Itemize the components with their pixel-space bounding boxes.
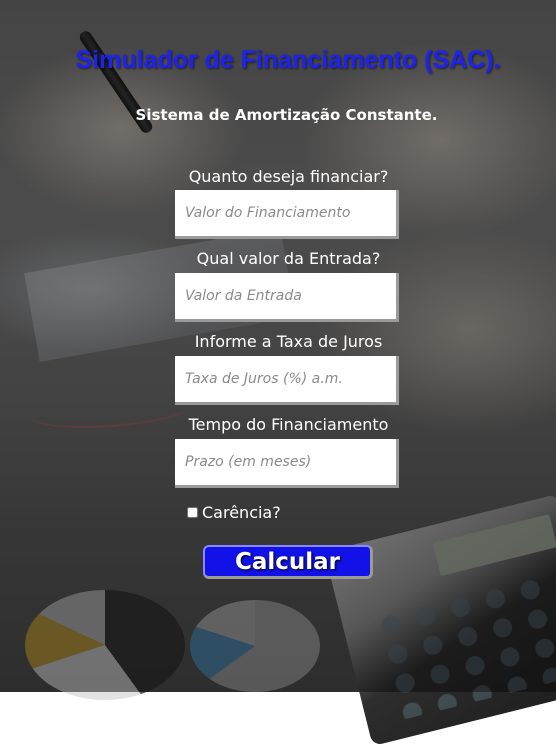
- down-payment-label: Qual valor da Entrada?: [196, 249, 381, 268]
- interest-rate-input[interactable]: [175, 356, 399, 405]
- page-subtitle: Sistema de Amortização Constante.: [135, 106, 438, 124]
- calculate-button[interactable]: Calcular: [203, 545, 373, 579]
- interest-rate-label: Informe a Taxa de Juros: [194, 332, 383, 351]
- grace-period-option[interactable]: Carência?: [187, 503, 281, 522]
- down-payment-input[interactable]: [175, 273, 399, 322]
- financing-amount-input[interactable]: [175, 190, 399, 239]
- grace-period-checkbox[interactable]: [187, 507, 198, 518]
- grace-period-label: Carência?: [202, 503, 281, 522]
- term-label: Tempo do Financiamento: [188, 415, 389, 434]
- term-input[interactable]: [175, 439, 399, 488]
- page-title: Simulador de Financiamento (SAC).: [75, 46, 501, 74]
- financing-amount-label: Quanto deseja financiar?: [188, 167, 389, 186]
- simulator-form: Simulador de Financiamento (SAC). Sistem…: [0, 0, 556, 692]
